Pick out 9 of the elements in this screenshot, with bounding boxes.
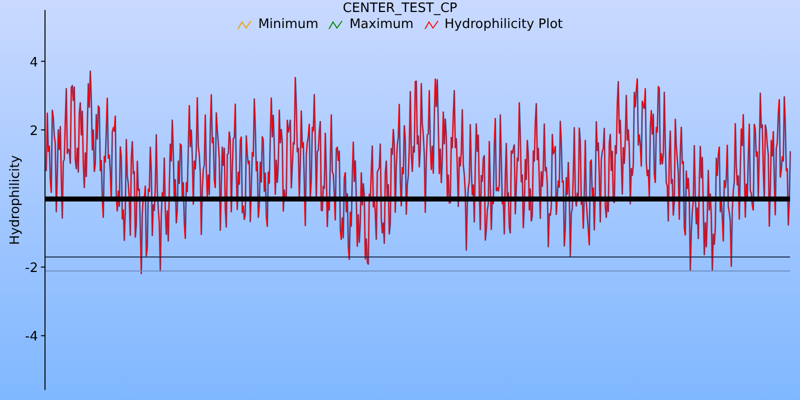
legend-label: Minimum: [258, 17, 318, 32]
chart-title: CENTER_TEST_CP: [342, 1, 458, 16]
tick-label: -4: [25, 330, 38, 345]
legend-label: Hydrophilicity Plot: [444, 17, 563, 32]
tick-label: 2: [30, 124, 38, 139]
axis-label: Hydrophilicity: [8, 155, 23, 245]
tick-label: -2: [25, 261, 38, 276]
legend-label: Maximum: [349, 17, 414, 32]
tick-label: 4: [30, 55, 38, 70]
